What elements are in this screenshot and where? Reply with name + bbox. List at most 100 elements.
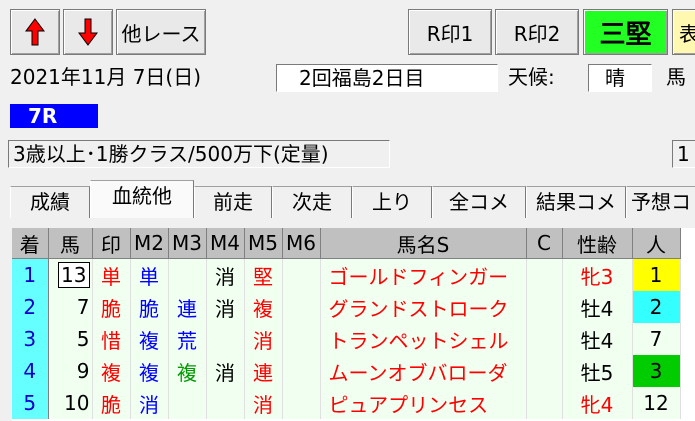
m3-cell: 荒 (168, 323, 207, 355)
col-header-c[interactable]: C (526, 228, 563, 259)
down-arrow-icon (78, 18, 98, 46)
col-header-popularity[interactable]: 人 (632, 228, 681, 259)
horse-name-cell: ゴールドフィンガー (320, 258, 527, 291)
r-mark2-button[interactable]: R印2 (495, 9, 579, 55)
popularity-cell: 1 (632, 258, 681, 291)
tab-pedigree[interactable]: 血統他 (90, 180, 194, 218)
tab-next-race[interactable]: 次走 (272, 186, 352, 218)
tab-bar: 成績 血統他 前走 次走 上り 全コメ 結果コメ 予想コ (10, 180, 695, 218)
horse-number-cell: 7 (48, 291, 93, 323)
table-row[interactable]: 3 5 惜 複 荒 消 トランペットシェル 牡4 7 (12, 323, 681, 355)
popularity-cell: 12 (632, 387, 681, 419)
m5-cell: 消 (244, 387, 283, 419)
m6-cell (282, 291, 321, 323)
cut-off-button[interactable]: 表 (672, 9, 695, 55)
c-cell (526, 258, 563, 291)
mark-cell: 脆 (92, 291, 131, 323)
col-header-horse-name[interactable]: 馬名S (320, 228, 527, 259)
rank-cell: 4 (12, 355, 49, 387)
m4-cell: 消 (206, 355, 245, 387)
sex-age-cell: 牝3 (562, 258, 633, 291)
mark-cell: 脆 (92, 387, 131, 419)
table-row[interactable]: 2 7 脆 脆 連 消 複 グランドストローク 牡4 2 (12, 291, 681, 323)
rank-cell: 2 (12, 291, 49, 323)
c-cell (526, 291, 563, 323)
horse-number: 13 (58, 262, 90, 288)
tab-result-comments[interactable]: 結果コメ (526, 186, 626, 218)
col-header-m3[interactable]: M3 (168, 228, 207, 259)
rank-cell: 1 (12, 258, 49, 291)
table-row[interactable]: 5 10 脆 消 消 ピュアプリンセス 牝4 12 (12, 387, 681, 419)
col-header-rank[interactable]: 着 (12, 228, 49, 259)
m5-cell: 複 (244, 291, 283, 323)
col-header-m2[interactable]: M2 (130, 228, 169, 259)
right-value-field: 1 (672, 140, 695, 168)
weather-label: 天候: (508, 65, 555, 89)
col-header-horse-number[interactable]: 馬 (48, 228, 93, 259)
horse-name-cell: ムーンオブバローダ (320, 355, 527, 387)
c-cell (526, 355, 563, 387)
table-row[interactable]: 1 13 単 単 消 堅 ゴールドフィンガー 牝3 1 (12, 258, 681, 291)
rank-cell: 3 (12, 323, 49, 355)
results-table: 着 馬 印 M2 M3 M4 M5 M6 馬名S C 性齢 人 1 13 単 単 (12, 228, 681, 419)
c-cell (526, 387, 563, 419)
mark-cell: 複 (92, 355, 131, 387)
sex-age-cell: 牡5 (562, 355, 633, 387)
m2-cell: 単 (130, 258, 169, 291)
m6-cell (282, 387, 321, 419)
m3-cell: 連 (168, 291, 207, 323)
tab-prev-race[interactable]: 前走 (194, 186, 272, 218)
col-header-m4[interactable]: M4 (206, 228, 245, 259)
horse-name-cell: グランドストローク (320, 291, 527, 323)
other-races-button[interactable]: 他レース (116, 9, 206, 55)
col-header-m6[interactable]: M6 (282, 228, 321, 259)
horse-number-cell: 13 (48, 258, 93, 291)
m2-cell: 複 (130, 355, 169, 387)
race-number-badge: 7R (10, 104, 98, 128)
horse-name-cell: ピュアプリンセス (320, 387, 527, 419)
popularity-cell: 2 (632, 291, 681, 323)
col-header-mark[interactable]: 印 (92, 228, 131, 259)
c-cell (526, 323, 563, 355)
m3-cell: 複 (168, 355, 207, 387)
m2-cell: 複 (130, 323, 169, 355)
table-row[interactable]: 4 9 複 複 複 消 連 ムーンオブバローダ 牡5 3 (12, 355, 681, 387)
horse-number-cell: 10 (48, 387, 93, 419)
m4-cell (206, 323, 245, 355)
sex-age-cell: 牝4 (562, 387, 633, 419)
popularity-cell: 3 (632, 355, 681, 387)
m6-cell (282, 355, 321, 387)
m2-cell: 脆 (130, 291, 169, 323)
popularity-cell: 7 (632, 323, 681, 355)
col-header-sex-age[interactable]: 性齢 (562, 228, 633, 259)
race-date: 2021年11月 7日(日) (10, 65, 202, 89)
m4-cell: 消 (206, 291, 245, 323)
down-arrow-button[interactable] (63, 9, 113, 55)
r-mark1-button[interactable]: R印1 (408, 9, 492, 55)
sanken-button[interactable]: 三堅 (583, 9, 668, 55)
m4-cell: 消 (206, 258, 245, 291)
sex-age-cell: 牡4 (562, 323, 633, 355)
meeting-field: 2回福島2日目 (276, 64, 498, 92)
track-label: 馬 (666, 65, 686, 89)
tab-prediction-comments[interactable]: 予想コ (626, 186, 695, 218)
sex-age-cell: 牡4 (562, 291, 633, 323)
mark-cell: 単 (92, 258, 131, 291)
m6-cell (282, 323, 321, 355)
m5-cell: 連 (244, 355, 283, 387)
m5-cell: 堅 (244, 258, 283, 291)
weather-field: 晴 (588, 64, 652, 92)
m2-cell: 消 (130, 387, 169, 419)
m6-cell (282, 258, 321, 291)
mark-cell: 惜 (92, 323, 131, 355)
col-header-m5[interactable]: M5 (244, 228, 283, 259)
tab-results[interactable]: 成績 (10, 186, 90, 218)
m3-cell (168, 258, 207, 291)
m4-cell (206, 387, 245, 419)
rank-cell: 5 (12, 387, 49, 419)
results-grid[interactable]: 着 馬 印 M2 M3 M4 M5 M6 馬名S C 性齢 人 1 13 単 単 (12, 228, 695, 421)
table-header-row: 着 馬 印 M2 M3 M4 M5 M6 馬名S C 性齢 人 (12, 228, 681, 259)
tab-last-3f[interactable]: 上り (352, 186, 432, 218)
tab-all-comments[interactable]: 全コメ (432, 186, 526, 218)
up-arrow-button[interactable] (10, 9, 60, 55)
